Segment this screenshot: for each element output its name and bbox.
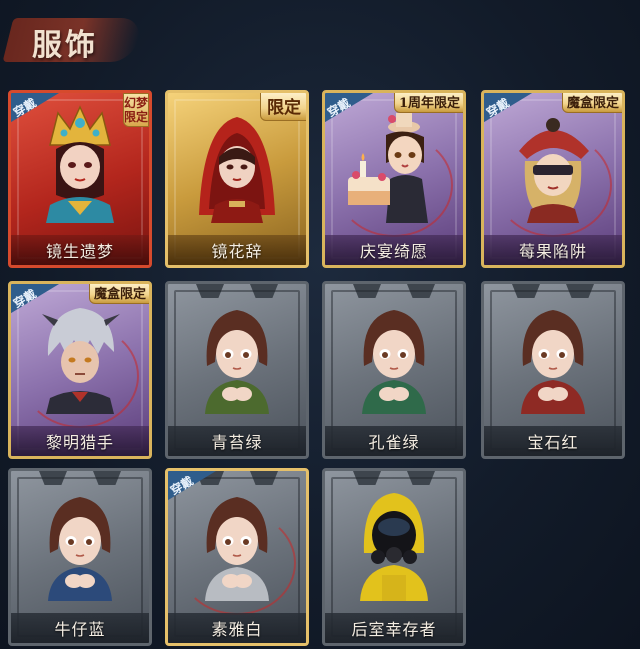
costume-card-6[interactable]: 青苔绿 — [165, 281, 309, 459]
card-name-bar: 黎明猎手 — [11, 426, 149, 456]
costume-name: 后室幸存者 — [351, 620, 437, 639]
costume-name: 牛仔蓝 — [54, 620, 106, 639]
card-name-bar: 镜生遗梦 — [11, 235, 149, 265]
card-name-bar: 宝石红 — [484, 426, 622, 456]
silver-hair-hunter-portrait-icon — [28, 296, 132, 414]
costume-name: 青苔绿 — [211, 433, 263, 452]
girl-blue-coat-portrait-icon — [28, 483, 132, 601]
card-name-bar: 后室幸存者 — [325, 613, 463, 643]
costume-card-11[interactable]: 后室幸存者 — [322, 468, 466, 646]
costume-name: 庆宴绮愿 — [359, 242, 428, 261]
party-hat-cake-portrait-icon — [342, 105, 446, 223]
blindfold-hat-portrait-icon — [501, 105, 605, 223]
limited-tag: 幻梦限定 — [123, 93, 149, 127]
section-header: 服饰 — [0, 0, 640, 80]
costume-name: 孔雀绿 — [368, 433, 420, 452]
costume-name: 宝石红 — [527, 433, 579, 452]
girl-red-coat-portrait-icon — [501, 296, 605, 414]
girl-white-coat-portrait-icon — [185, 483, 289, 601]
card-name-bar: 素雅白 — [168, 613, 306, 643]
costume-card-10[interactable]: 穿戴 素雅白 — [165, 468, 309, 646]
costume-card-8[interactable]: 宝石红 — [481, 281, 625, 459]
costume-card-9[interactable]: 牛仔蓝 — [8, 468, 152, 646]
costume-name: 镜花辞 — [211, 242, 263, 261]
girl-green-coat-portrait-icon — [185, 296, 289, 414]
costume-name: 黎明猎手 — [45, 433, 114, 452]
costume-name: 镜生遗梦 — [45, 242, 114, 261]
costume-name: 素雅白 — [211, 620, 263, 639]
costume-card-3[interactable]: 穿戴 1周年限定 庆宴绮愿 — [322, 90, 466, 268]
costume-card-7[interactable]: 孔雀绿 — [322, 281, 466, 459]
costume-card-4[interactable]: 穿戴 魔盒限定 莓果陷阱 — [481, 90, 625, 268]
girl-peacock-coat-portrait-icon — [342, 296, 446, 414]
limited-tag: 魔盒限定 — [88, 284, 149, 304]
limited-tag: 魔盒限定 — [561, 93, 622, 113]
card-name-bar: 孔雀绿 — [325, 426, 463, 456]
hazmat-gasmask-portrait-icon — [342, 483, 446, 601]
costume-name: 莓果陷阱 — [518, 242, 587, 261]
card-name-bar: 镜花辞 — [168, 235, 306, 265]
limited-tag: 限定 — [260, 93, 306, 121]
limited-tag: 1周年限定 — [393, 93, 463, 113]
card-name-bar: 莓果陷阱 — [484, 235, 622, 265]
card-name-bar: 青苔绿 — [168, 426, 306, 456]
costume-card-5[interactable]: 穿戴 魔盒限定 黎明猎手 — [8, 281, 152, 459]
page-title: 服饰 — [32, 28, 98, 63]
red-hood-portrait-icon — [185, 105, 289, 223]
bride-crown-portrait-icon — [28, 105, 132, 223]
card-name-bar: 庆宴绮愿 — [325, 235, 463, 265]
card-name-bar: 牛仔蓝 — [11, 613, 149, 643]
costume-card-2[interactable]: 限定 镜花辞 — [165, 90, 309, 268]
costume-card-1[interactable]: 穿戴 幻梦限定 镜生遗梦 — [8, 90, 152, 268]
